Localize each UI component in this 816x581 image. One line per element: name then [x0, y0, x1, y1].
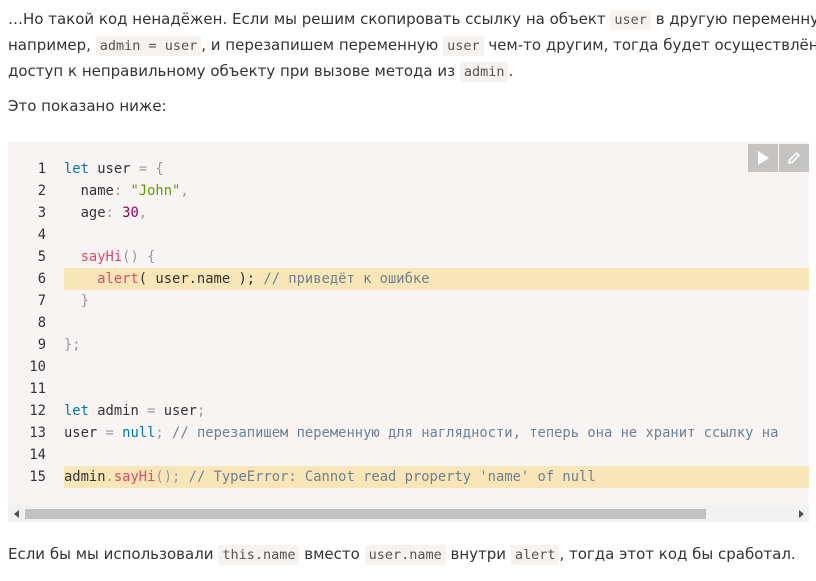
- pencil-icon: [787, 151, 801, 165]
- scrollbar-thumb[interactable]: [25, 509, 706, 519]
- code-line: 3 age: 30,: [37, 205, 148, 221]
- code-line: 10: [29, 359, 46, 375]
- code-example: 1 let user = { 2 name: "John", 3 age: 30,…: [8, 142, 809, 522]
- scroll-right-button[interactable]: [792, 505, 809, 522]
- code-line: 9};: [37, 337, 81, 353]
- inline-code-user-2: user: [443, 36, 484, 56]
- code-toolbar: [748, 144, 809, 172]
- code-line: 14: [29, 447, 46, 463]
- shown-below-paragraph: Это показано ниже:: [8, 97, 167, 115]
- arrow-right-icon: [798, 509, 804, 518]
- code-line: 4: [37, 227, 46, 243]
- inline-code-this-name: this.name: [218, 545, 300, 565]
- inline-code-admin: admin: [459, 62, 509, 82]
- code-line: 8: [37, 315, 46, 331]
- code-line-highlighted: 15 admin.sayHi(); // TypeError: Cannot re…: [8, 466, 809, 488]
- code-line: 12 let admin = user;: [29, 403, 206, 419]
- edit-code-button[interactable]: [779, 144, 809, 172]
- code-line: 13 user = null; // перезапишем переменную…: [29, 425, 779, 441]
- code-line: 2 name: "John",: [37, 183, 189, 199]
- horizontal-scrollbar[interactable]: [8, 505, 809, 522]
- inline-code-alert: alert: [510, 545, 560, 565]
- code-line: 11: [29, 381, 46, 397]
- code-line: 7 }: [37, 293, 89, 309]
- arrow-left-icon: [13, 509, 19, 518]
- code-line: 1 let user = {: [37, 161, 164, 177]
- code-line: 5 sayHi() {: [37, 249, 156, 265]
- code-line-highlighted: 6 alert( user.name ); // приведёт к ошиб…: [8, 268, 809, 290]
- run-code-button[interactable]: [748, 144, 778, 172]
- intro-paragraph: …Но такой код ненадёжен. Если мы решим с…: [8, 10, 816, 82]
- scroll-left-button[interactable]: [8, 505, 25, 522]
- inline-code-user-name: user.name: [364, 545, 446, 565]
- inline-code-admin-assign: admin = user: [95, 36, 202, 56]
- conclusion-paragraph: Если бы мы использовали this.name вместо…: [8, 545, 796, 565]
- play-icon: [758, 151, 769, 165]
- inline-code-user: user: [610, 10, 651, 30]
- code-lines: 1 let user = { 2 name: "John", 3 age: 30,…: [8, 158, 809, 488]
